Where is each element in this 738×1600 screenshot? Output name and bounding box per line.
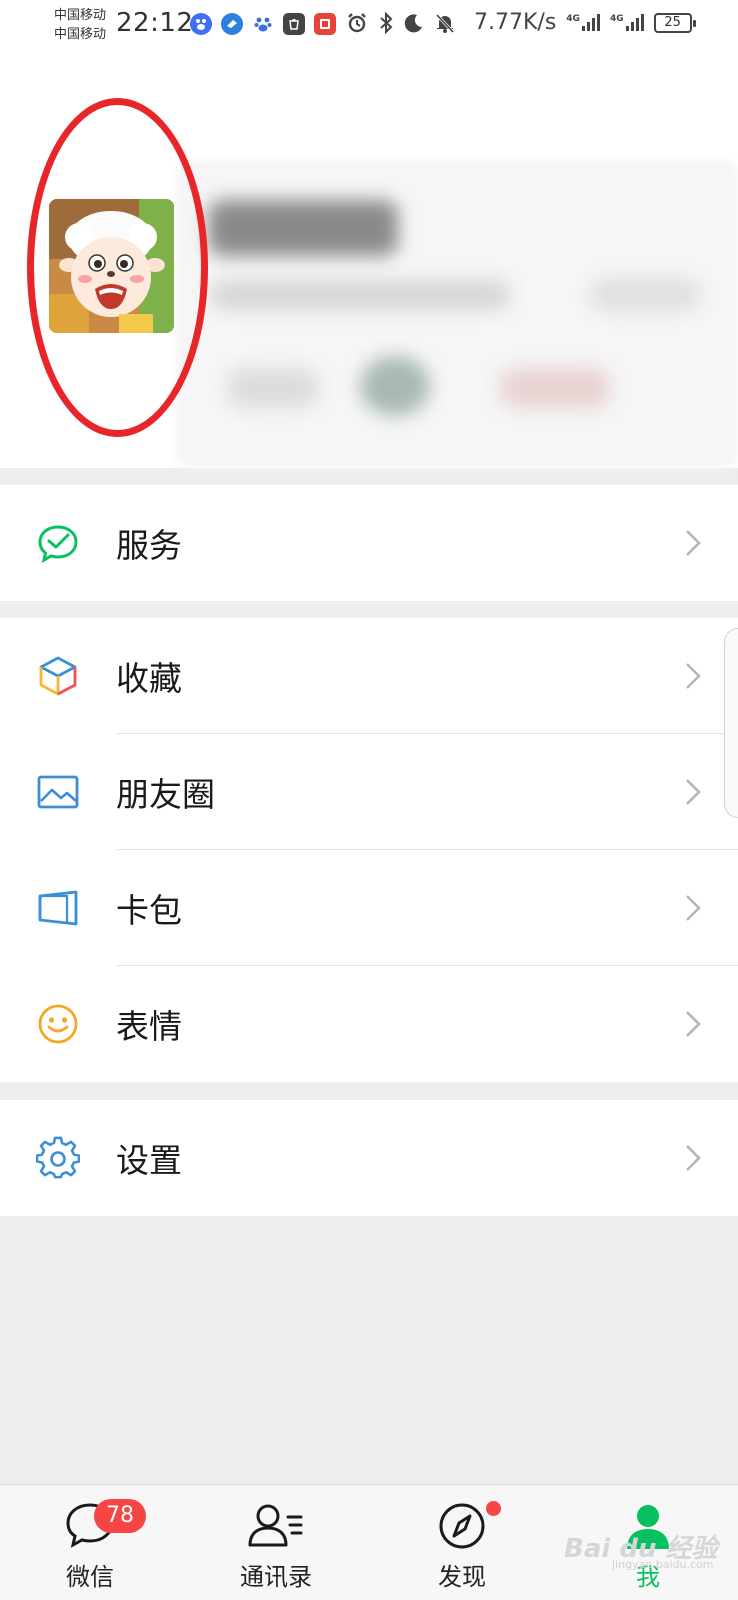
moon-icon xyxy=(404,13,422,32)
profile-header[interactable] xyxy=(0,50,738,468)
status-bar: 中国移动 中国移动 22:12 7.77K/s 4G 4G 25 xyxy=(0,0,738,50)
blurred-qr-code xyxy=(590,278,700,312)
compass-icon xyxy=(439,1503,485,1549)
carrier-1: 中国移动 xyxy=(54,8,107,23)
carrier-labels: 中国移动 中国移动 xyxy=(54,6,106,44)
signal-sim2-icon: 4G xyxy=(610,14,644,31)
blurred-wechat-id xyxy=(210,280,510,310)
menu-label-moments: 朋友圈 xyxy=(116,775,215,814)
book-icon xyxy=(314,13,336,35)
menu-label-favorites: 收藏 xyxy=(116,659,182,698)
card-wallet-icon xyxy=(38,890,78,926)
signal-sim1-icon: 4G xyxy=(566,14,600,31)
unread-badge: 78 xyxy=(94,1499,146,1533)
sim2-network-type: 4G xyxy=(609,14,624,24)
menu-item-cards[interactable]: 卡包 xyxy=(0,850,738,966)
blurred-nickname xyxy=(208,200,398,256)
tab-label-chats: 微信 xyxy=(66,1563,114,1591)
menu-item-services[interactable]: 服务 xyxy=(0,485,738,601)
clock: 22:12 xyxy=(116,8,194,38)
chevron-right-icon xyxy=(686,1145,701,1171)
blurred-status xyxy=(228,368,318,408)
menu-group-content: 收藏 朋友圈 卡包 表情 xyxy=(0,618,738,1082)
huawei-store-icon xyxy=(283,13,305,35)
tab-label-discover: 发现 xyxy=(438,1563,486,1591)
menu-label-services: 服务 xyxy=(116,526,182,565)
menu-item-favorites[interactable]: 收藏 xyxy=(0,618,738,734)
floating-edge-handle[interactable] xyxy=(724,628,738,818)
chevron-right-icon xyxy=(686,779,701,805)
notification-icons xyxy=(190,13,336,35)
blurred-tag xyxy=(500,368,610,408)
menu-label-settings: 设置 xyxy=(116,1141,182,1180)
network-speed: 7.77K/s xyxy=(474,10,557,35)
highlight-ellipse xyxy=(27,98,208,437)
tab-contacts[interactable]: 通讯录 xyxy=(216,1485,336,1600)
tab-chats[interactable]: 微信 78 xyxy=(30,1485,150,1600)
menu-item-moments[interactable]: 朋友圈 xyxy=(0,734,738,850)
carrier-2: 中国移动 xyxy=(54,27,107,42)
baidu-paw-icon xyxy=(252,13,274,35)
services-icon xyxy=(38,525,78,563)
menu-item-stickers[interactable]: 表情 xyxy=(0,966,738,1082)
sim1-network-type: 4G xyxy=(566,14,580,24)
watermark-url: jingyan.baidu.com xyxy=(612,1558,714,1571)
menu-label-cards: 卡包 xyxy=(116,891,182,930)
battery-icon: 25 xyxy=(653,12,696,33)
chevron-right-icon xyxy=(686,530,701,556)
contacts-icon xyxy=(248,1504,303,1547)
sticker-smiley-icon xyxy=(38,1004,78,1044)
favorites-cube-icon xyxy=(39,656,77,696)
menu-item-settings[interactable]: 设置 xyxy=(0,1100,738,1216)
system-icons: 7.77K/s 4G 4G 25 xyxy=(346,10,696,35)
bird-icon xyxy=(221,13,243,35)
chevron-right-icon xyxy=(686,895,701,921)
chevron-right-icon xyxy=(686,663,701,689)
bluetooth-icon xyxy=(380,11,393,34)
baidu-icon xyxy=(190,13,212,35)
menu-label-stickers: 表情 xyxy=(116,1007,182,1046)
chevron-right-icon xyxy=(686,1011,701,1037)
blurred-friend-avatar xyxy=(360,356,430,416)
mute-bell-icon xyxy=(435,13,455,33)
tab-label-contacts: 通讯录 xyxy=(240,1563,312,1591)
alarm-icon xyxy=(348,12,366,32)
tab-discover[interactable]: 发现 xyxy=(402,1485,522,1600)
menu-group-settings: 设置 xyxy=(0,1100,738,1216)
new-content-dot xyxy=(486,1501,501,1516)
settings-gear-icon xyxy=(36,1136,80,1179)
menu-group-services: 服务 xyxy=(0,485,738,601)
moments-photo-icon xyxy=(37,775,79,809)
